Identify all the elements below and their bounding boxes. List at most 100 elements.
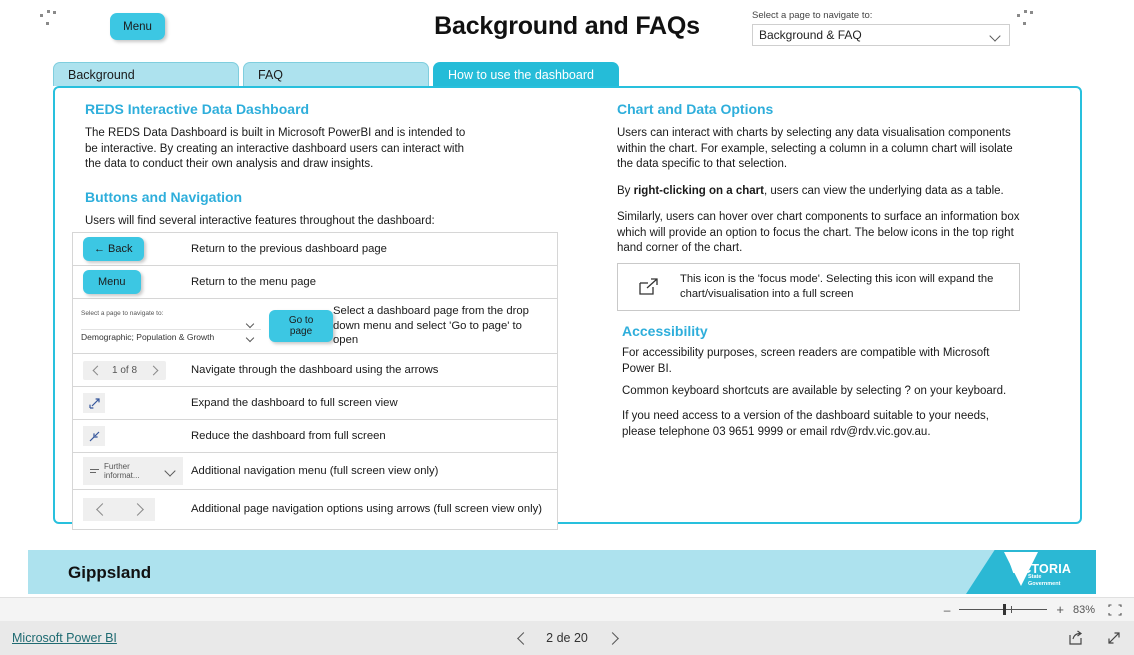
report-canvas: Menu Background and FAQs Select a page t… [0,0,1134,597]
zoom-slider-thumb[interactable] [1003,604,1006,615]
chevron-left-icon[interactable] [92,366,101,375]
page-navigator: Select a page to navigate to: Background… [752,10,1010,46]
collapse-icon-cell [73,426,191,447]
arrow-pager-example[interactable] [83,498,155,522]
page-dropdown-cell: Select a page to navigate to: Demographi… [73,310,333,342]
table-row: Menu Return to the menu page [73,266,557,299]
chevron-down-icon [990,30,1001,44]
table-row: Additional page navigation options using… [73,490,557,531]
previous-page-button[interactable] [516,632,529,645]
chevron-down-icon [165,465,176,478]
tab-background[interactable]: Background [53,62,239,86]
table-row: Expand the dashboard to full screen view [73,387,557,421]
victoria-logo-sub-line1: State [1028,574,1042,580]
zoom-bar: – + 83% [0,597,1134,621]
heading-accessibility: Accessibility [622,323,708,339]
back-button[interactable]: ← Back [83,237,144,261]
paragraph-interactive-features: Users will find several interactive feat… [85,214,435,227]
tab-faq[interactable]: FAQ [243,62,429,86]
tab-bar: Background FAQ How to use the dashboard [53,62,619,86]
share-icon[interactable] [1068,630,1084,646]
focus-mode-note: This icon is the 'focus mode'. Selecting… [617,263,1020,312]
paragraph-hover-focus: Similarly, users can hover over chart co… [617,211,1020,255]
status-bar-actions [1068,630,1122,646]
chevron-left-icon[interactable] [95,503,108,516]
page-navigator-value: Background & FAQ [759,28,862,42]
collapse-icon[interactable] [83,426,105,447]
paragraph-screen-readers: For accessibility purposes, screen reade… [622,347,990,375]
page-dropdown-label: Select a page to navigate to: [81,310,164,317]
fit-to-screen-icon[interactable] [1108,603,1122,616]
chevron-down-icon [246,333,257,346]
table-row: ← Back Return to the previous dashboard … [73,233,557,266]
row-description: Additional page navigation options using… [191,503,543,516]
tab-how-to-use-the-dashboard[interactable]: How to use the dashboard [433,62,619,86]
expand-icon[interactable] [83,393,105,414]
row-description: Return to the menu page [191,275,316,288]
left-column: REDS Interactive Data Dashboard The REDS… [85,101,585,240]
back-button-cell: ← Back [73,237,191,261]
paragraph-right-click-prefix: By [617,184,634,197]
chevron-right-icon[interactable] [130,503,143,516]
further-information-dropdown[interactable]: Further informat... [83,457,183,486]
table-row: Further informat... Additional navigatio… [73,453,557,491]
paragraph-contact-details: If you need access to a version of the d… [622,410,989,438]
status-bar: Microsoft Power BI 2 de 20 [0,621,1134,655]
focus-mode-note-text: This icon is the 'focus mode'. Selecting… [680,273,994,301]
page-dropdown-value: Demographic; Population & Growth [81,330,261,342]
region-name: Gippsland [68,563,152,582]
page-navigator-select[interactable]: Background & FAQ [752,24,1010,46]
fullscreen-icon[interactable] [1106,630,1122,646]
right-column: Chart and Data Options Users can interac… [617,101,1027,438]
menu-button-example[interactable]: Menu [83,270,141,294]
row-description: Expand the dashboard to full screen view [191,396,398,409]
paragraph-right-click-suffix: , users can view the underlying data as … [763,184,1004,197]
report-root: Menu Background and FAQs Select a page t… [0,0,1134,655]
paragraph-dashboard-intro: The REDS Data Dashboard is built in Micr… [85,127,466,171]
region-banner: Gippsland VICTORIA State Government [28,550,1096,594]
victoria-logo-sub-line2: Government [1028,580,1061,587]
zoom-in-button[interactable]: + [1056,602,1064,617]
content-panel: REDS Interactive Data Dashboard The REDS… [53,86,1082,531]
feature-table: ← Back Return to the previous dashboard … [72,232,558,531]
row-description: Navigate through the dashboard using the… [191,363,439,376]
zoom-out-button[interactable]: – [944,603,951,617]
page-dropdown-value-text: Demographic; Population & Growth [81,332,215,342]
page-dropdown-row-blank [81,318,262,330]
row-description: Return to the previous dashboard page [191,242,387,255]
further-information-label: Further informat... [104,462,140,481]
table-row: Reduce the dashboard from full screen [73,420,557,454]
heading-chart-and-data-options: Chart and Data Options [617,101,774,117]
heading-buttons-and-navigation: Buttons and Navigation [85,188,243,205]
arrow-pager-cell [73,498,191,522]
zoom-slider[interactable] [959,604,1048,615]
further-information-cell: Further informat... [73,457,191,486]
page-indicator: 2 de 20 [546,631,588,645]
hamburger-icon [90,468,99,475]
chevron-right-icon[interactable] [148,366,157,375]
row-description: Reduce the dashboard from full screen [191,429,386,442]
pager-cell: 1 of 8 [73,360,191,380]
zoom-slider-tick [1011,606,1013,613]
focus-mode-icon [639,278,658,295]
victoria-state-government-logo: VICTORIA State Government [966,550,1096,594]
next-page-button[interactable] [605,632,618,645]
go-to-page-button[interactable]: Go to page [269,310,333,342]
expand-icon-cell [73,393,191,414]
paragraph-chart-interaction: Users can interact with charts by select… [617,127,1013,171]
page-dropdown-example[interactable]: Select a page to navigate to: Demographi… [81,310,262,342]
pager-example[interactable]: 1 of 8 [83,360,167,380]
focus-mode-icon-cell [618,277,680,297]
paragraph-right-click-bold: right-clicking on a chart [633,184,764,197]
paragraph-keyboard-shortcuts: Common keyboard shortcuts are available … [622,385,1007,397]
page-pager: 2 de 20 [0,631,1134,645]
page-navigator-label: Select a page to navigate to: [752,10,873,21]
pager-text: 1 of 8 [112,364,138,376]
heading-reds-interactive-data-dashboard: REDS Interactive Data Dashboard [85,101,310,117]
menu-button-cell: Menu [73,270,191,294]
row-description: Select a dashboard page from the drop do… [333,305,529,347]
table-row: 1 of 8 Navigate through the dashboard us… [73,354,557,388]
table-row: Select a page to navigate to: Demographi… [73,299,557,355]
victoria-logo-subtitle: State Government [1028,574,1060,588]
row-description: Additional navigation menu (full screen … [191,464,439,477]
